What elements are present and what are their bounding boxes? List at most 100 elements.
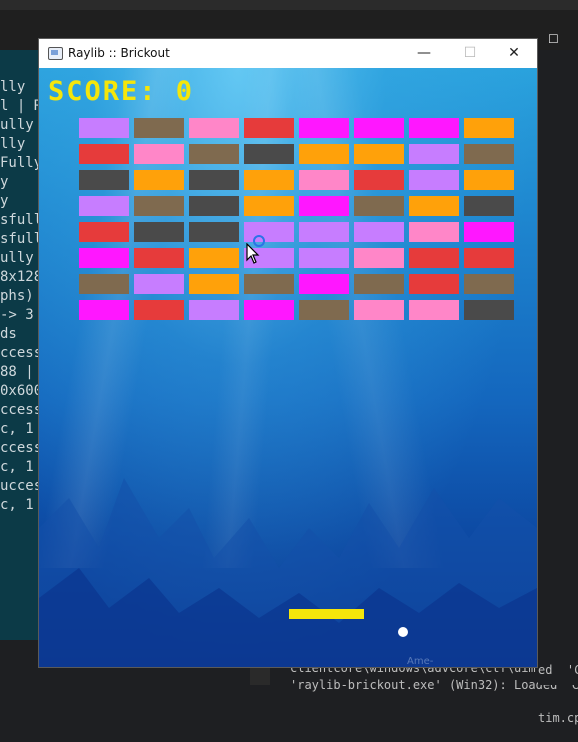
terminal-line: ully bbox=[0, 250, 34, 266]
terminal-line: ccess bbox=[0, 402, 40, 418]
brick bbox=[464, 222, 514, 242]
terminal-line: lly bbox=[0, 136, 26, 152]
brick bbox=[354, 118, 404, 138]
brick bbox=[464, 118, 514, 138]
brick bbox=[409, 118, 459, 138]
brick bbox=[409, 274, 459, 294]
minimize-icon: — bbox=[417, 45, 431, 61]
brick bbox=[79, 196, 129, 216]
maximize-button[interactable]: ☐ bbox=[447, 39, 493, 68]
brick bbox=[189, 222, 239, 242]
brick bbox=[134, 170, 184, 190]
underwater-rocks-background bbox=[39, 478, 537, 667]
brick bbox=[464, 144, 514, 164]
window-title: Raylib :: Brickout bbox=[68, 46, 170, 60]
brick bbox=[299, 222, 349, 242]
brick bbox=[244, 300, 294, 320]
close-button[interactable]: ✕ bbox=[491, 39, 537, 68]
background-terminal: lly l | R ully lly Fully y y sfull sfull ully 8x12… bbox=[0, 50, 40, 640]
output-line: ed 'C: bbox=[538, 663, 578, 677]
game-canvas[interactable]: SCORE: 0 Ame-Kumo.deviantart.com bbox=[39, 68, 537, 667]
game-window: Raylib :: Brickout — ☐ ✕ SCORE: 0 Ame-Ku… bbox=[38, 38, 538, 668]
brick bbox=[464, 274, 514, 294]
terminal-line: ully bbox=[0, 117, 34, 133]
brick bbox=[189, 274, 239, 294]
brick bbox=[134, 300, 184, 320]
brick bbox=[244, 118, 294, 138]
app-icon bbox=[48, 47, 63, 60]
background-maximize-icon[interactable]: ☐ bbox=[548, 32, 559, 46]
brick bbox=[79, 222, 129, 242]
brick bbox=[409, 144, 459, 164]
mouse-cursor-icon bbox=[246, 243, 260, 264]
output-line: tim.cpp bbox=[538, 711, 578, 725]
brick bbox=[299, 144, 349, 164]
brick bbox=[299, 170, 349, 190]
brick bbox=[299, 196, 349, 216]
terminal-line: 88 | bbox=[0, 364, 34, 380]
brick bbox=[134, 222, 184, 242]
brick bbox=[79, 118, 129, 138]
brick bbox=[189, 118, 239, 138]
terminal-line: 0x600 bbox=[0, 383, 40, 399]
brick bbox=[354, 222, 404, 242]
brick bbox=[354, 196, 404, 216]
brick bbox=[244, 144, 294, 164]
window-titlebar[interactable]: Raylib :: Brickout — ☐ ✕ bbox=[39, 39, 537, 69]
brick bbox=[79, 248, 129, 268]
paddle bbox=[289, 609, 364, 619]
brick bbox=[244, 222, 294, 242]
ball bbox=[398, 627, 408, 637]
brick bbox=[244, 170, 294, 190]
brick bbox=[244, 196, 294, 216]
brick bbox=[464, 170, 514, 190]
brick bbox=[299, 118, 349, 138]
brick bbox=[189, 170, 239, 190]
close-icon: ✕ bbox=[508, 45, 520, 61]
terminal-line: Fully bbox=[0, 155, 40, 171]
brick bbox=[134, 274, 184, 294]
minimize-button[interactable]: — bbox=[401, 39, 447, 68]
terminal-line: c, 1 bbox=[0, 459, 34, 475]
terminal-line: sfull bbox=[0, 212, 40, 228]
brick bbox=[464, 248, 514, 268]
brick bbox=[354, 300, 404, 320]
terminal-line: -> 3 bbox=[0, 307, 34, 323]
brick bbox=[409, 248, 459, 268]
terminal-line: l | R bbox=[0, 98, 40, 114]
brick bbox=[409, 222, 459, 242]
brick bbox=[244, 274, 294, 294]
terminal-line: c, 1 bbox=[0, 421, 34, 437]
score-display: SCORE: 0 bbox=[48, 76, 195, 107]
brick bbox=[299, 274, 349, 294]
brick bbox=[134, 196, 184, 216]
terminal-line: ccessf bbox=[0, 345, 40, 361]
maximize-icon: ☐ bbox=[463, 45, 477, 61]
terminal-line: lly bbox=[0, 79, 26, 95]
terminal-line: 8x128 bbox=[0, 269, 40, 285]
terminal-line: ccess bbox=[0, 440, 40, 456]
brick bbox=[464, 196, 514, 216]
brick bbox=[134, 118, 184, 138]
brick bbox=[79, 274, 129, 294]
background-output-right: ed 'C: tim.cpp bbox=[538, 630, 578, 725]
terminal-line: c, 1 bbox=[0, 497, 34, 513]
brick bbox=[134, 248, 184, 268]
terminal-line: y bbox=[0, 174, 9, 190]
brick bbox=[79, 144, 129, 164]
brick bbox=[464, 300, 514, 320]
brick bbox=[189, 196, 239, 216]
brick bbox=[299, 300, 349, 320]
brick bbox=[299, 248, 349, 268]
brick bbox=[409, 170, 459, 190]
brick bbox=[189, 144, 239, 164]
brick bbox=[354, 248, 404, 268]
brick bbox=[189, 300, 239, 320]
brick bbox=[189, 248, 239, 268]
brick bbox=[79, 170, 129, 190]
brick bbox=[354, 144, 404, 164]
terminal-line: ucces bbox=[0, 478, 40, 494]
brick bbox=[79, 300, 129, 320]
brick bbox=[409, 300, 459, 320]
brick bbox=[354, 274, 404, 294]
